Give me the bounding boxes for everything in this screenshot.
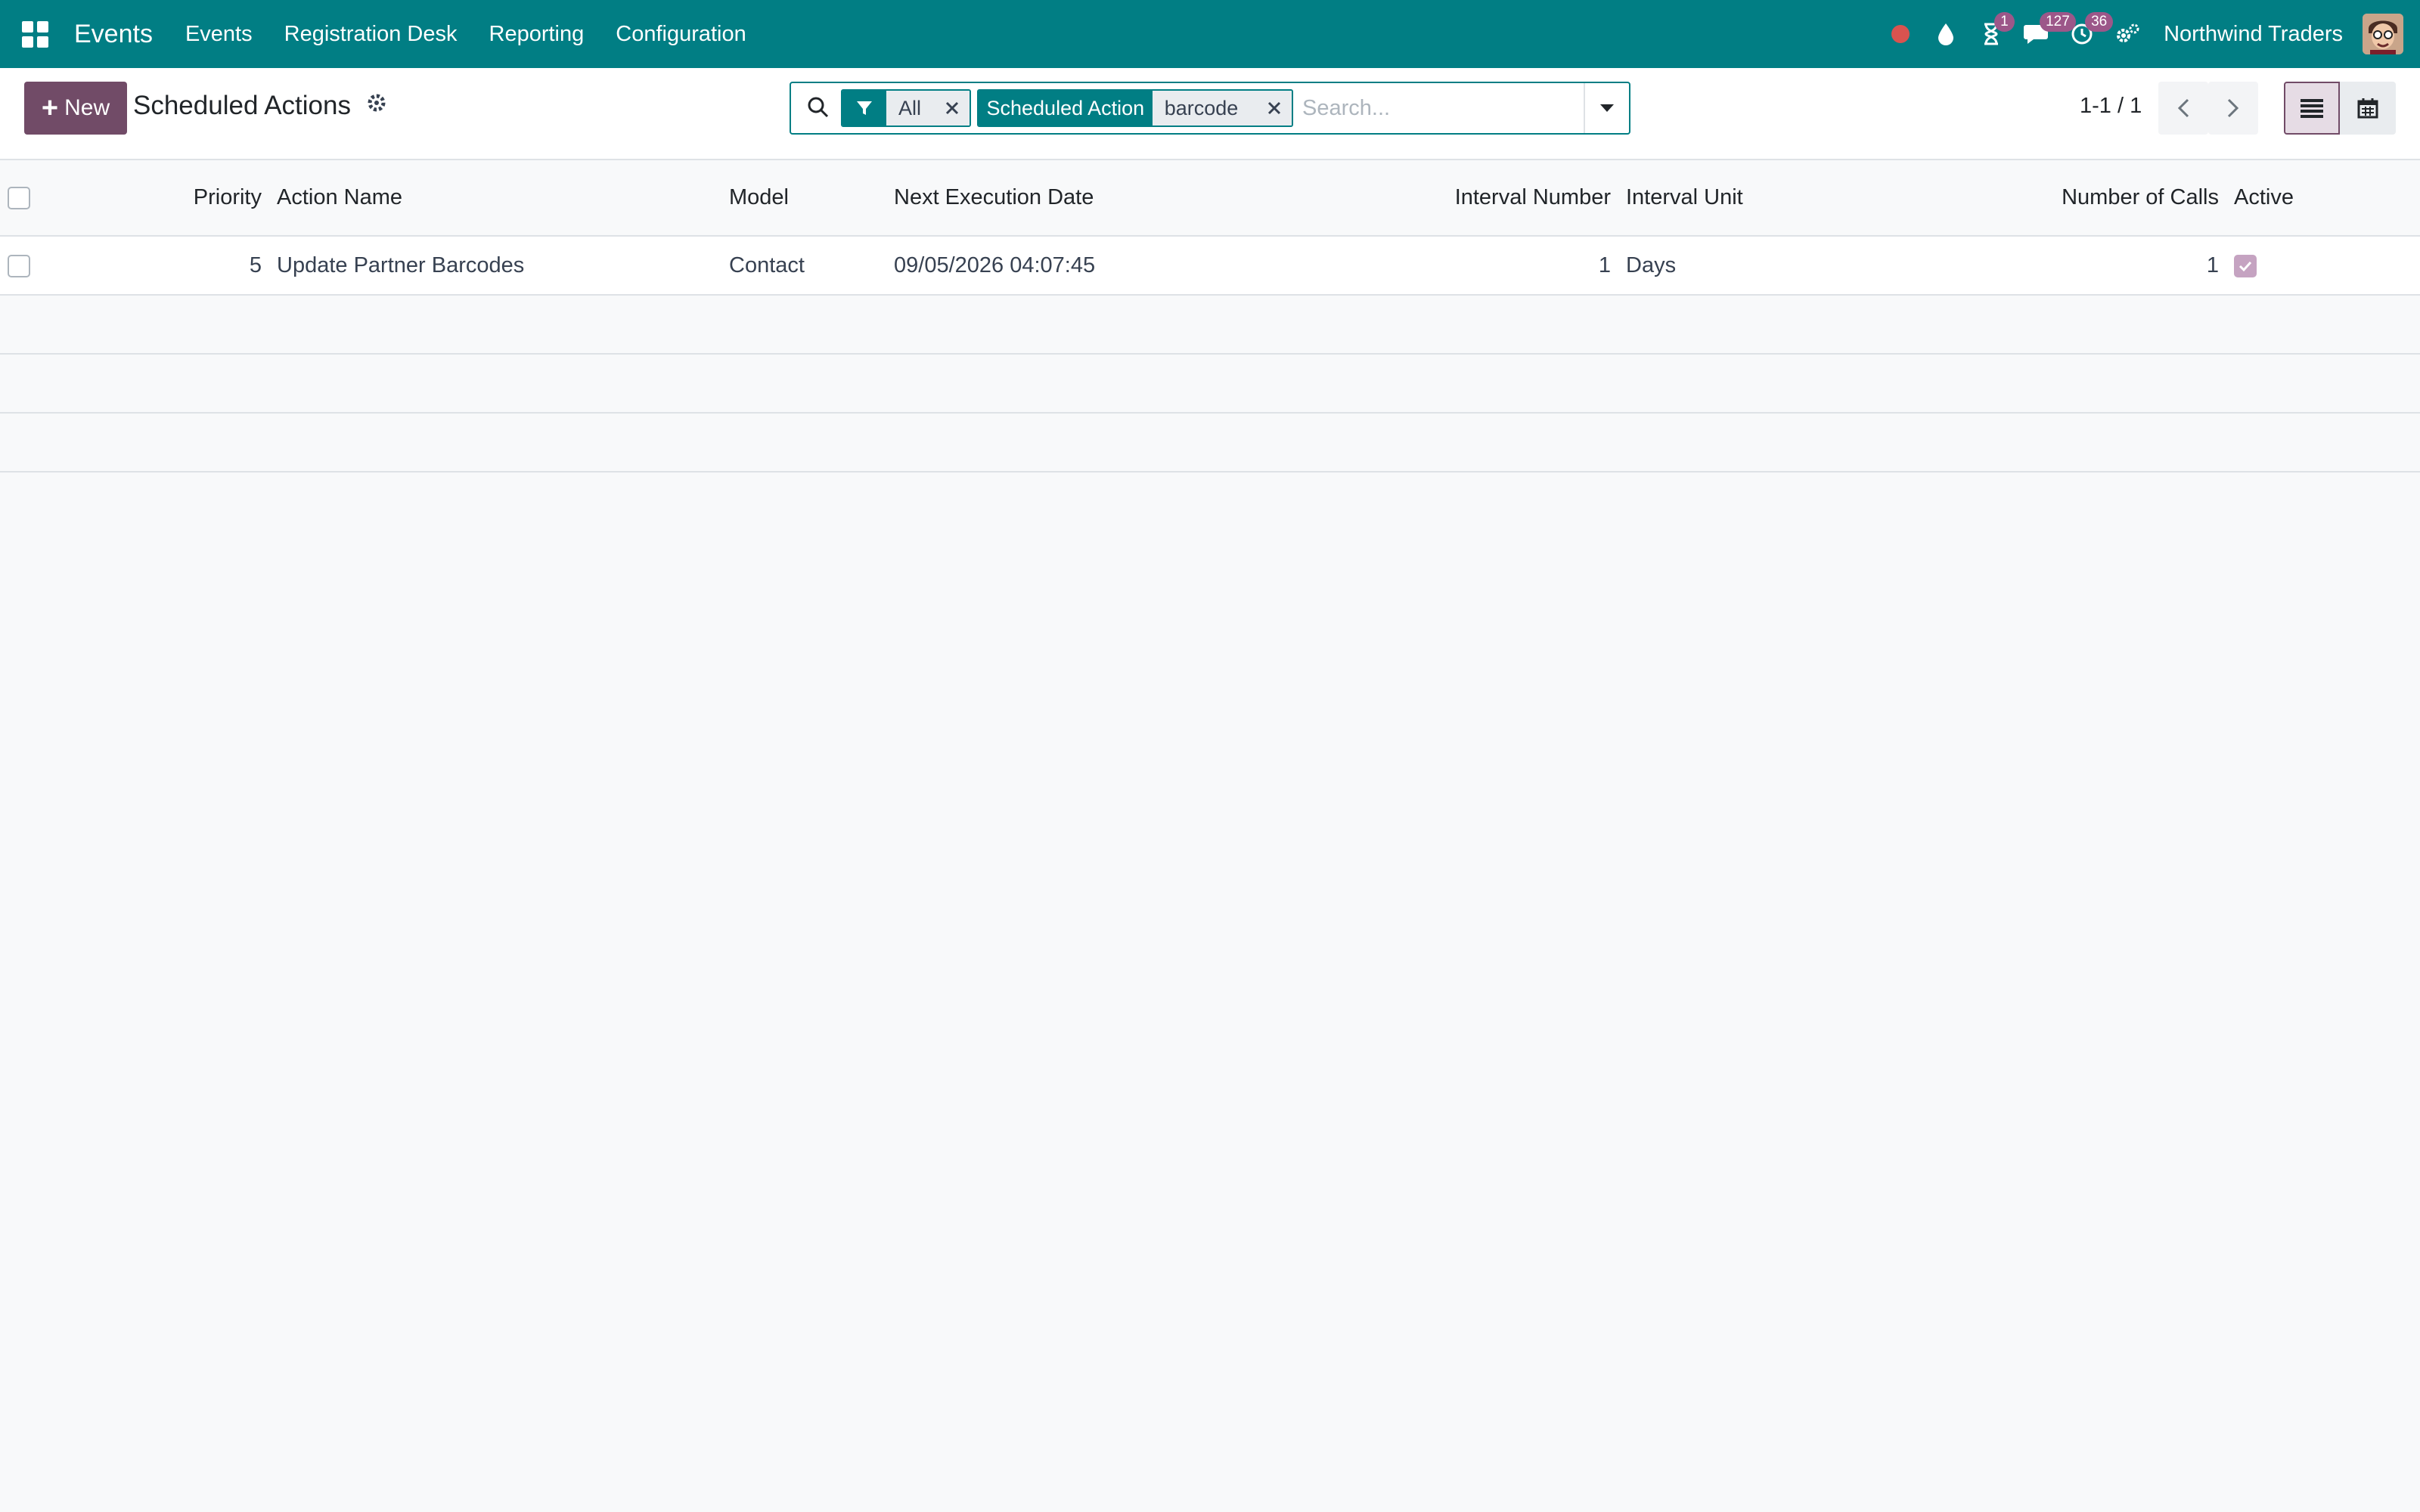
activity-badge: 1 (1994, 12, 2015, 32)
cell-model[interactable]: Contact (721, 236, 886, 295)
column-header-number-of-calls[interactable]: Number of Calls (1975, 160, 2226, 236)
empty-row (0, 413, 2420, 472)
list-view: Priority Action Name Model Next Executio… (0, 160, 2420, 472)
select-all-cell (0, 160, 73, 236)
filter-icon (842, 91, 886, 125)
pager-value[interactable]: 1-1 / 1 (2080, 94, 2142, 119)
app-name[interactable]: Events (74, 20, 153, 49)
clock-icon[interactable]: 36 (2059, 0, 2114, 68)
menu-events[interactable]: Events (169, 22, 268, 47)
search-options-dropdown[interactable] (1584, 83, 1629, 133)
field-facet-scheduled-action: Scheduled Action barcode (977, 89, 1293, 127)
table-row[interactable]: 5 Update Partner Barcodes Contact 09/05/… (0, 236, 2420, 295)
empty-row (0, 295, 2420, 354)
column-header-next-execution-date[interactable]: Next Execution Date (886, 160, 1440, 236)
search-icon[interactable] (806, 95, 833, 122)
search-bar: All Scheduled Action barcode (790, 82, 1630, 135)
menu-configuration[interactable]: Configuration (600, 22, 762, 47)
column-header-priority[interactable]: Priority (73, 160, 269, 236)
messages-icon[interactable]: 127 (2014, 0, 2076, 68)
company-switcher[interactable]: Northwind Traders (2164, 22, 2343, 47)
column-header-interval-number[interactable]: Interval Number (1440, 160, 1618, 236)
table-header-row: Priority Action Name Model Next Executio… (0, 160, 2420, 236)
facet-value: barcode (1152, 91, 1258, 125)
list-view-button[interactable] (2284, 82, 2340, 135)
systray: 1 127 36 Northwind Traders (1878, 0, 2420, 68)
pager-next-button[interactable] (2208, 82, 2258, 135)
cell-action-name[interactable]: Update Partner Barcodes (269, 236, 721, 295)
pager-previous-button[interactable] (2158, 82, 2208, 135)
calendar-icon (2357, 98, 2378, 119)
scheduled-actions-table: Priority Action Name Model Next Executio… (0, 160, 2420, 472)
chevron-left-icon (2177, 98, 2189, 118)
column-header-interval-unit[interactable]: Interval Unit (1618, 160, 1975, 236)
record-indicator-icon[interactable] (1878, 0, 1923, 68)
control-panel: + New Scheduled Actions All Scheduled Ac… (0, 68, 2420, 160)
chevron-right-icon (2227, 98, 2239, 118)
app-switcher-icon[interactable] (20, 19, 50, 49)
column-header-active[interactable]: Active (2226, 160, 2420, 236)
cell-priority[interactable]: 5 (73, 236, 269, 295)
cell-interval-unit[interactable]: Days (1618, 236, 1975, 295)
column-header-action-name[interactable]: Action Name (269, 160, 721, 236)
cell-interval-number[interactable]: 1 (1440, 236, 1618, 295)
plus-icon: + (41, 92, 59, 124)
drop-icon[interactable] (1923, 0, 1969, 68)
caret-down-icon (1600, 104, 1614, 112)
top-navbar: Events Events Registration Desk Reportin… (0, 0, 2420, 68)
page-title: Scheduled Actions (133, 91, 351, 120)
settings-gears-icon[interactable] (2105, 0, 2150, 68)
new-button[interactable]: + New (24, 82, 127, 135)
close-icon[interactable] (935, 91, 970, 125)
new-button-label: New (64, 95, 110, 120)
check-icon (2238, 261, 2252, 272)
facet-value: All (886, 91, 935, 125)
filter-facet-all: All (841, 89, 971, 127)
user-avatar[interactable] (2363, 14, 2403, 54)
row-checkbox[interactable] (8, 254, 30, 277)
empty-row (0, 354, 2420, 413)
menu-registration-desk[interactable]: Registration Desk (268, 22, 473, 47)
column-header-model[interactable]: Model (721, 160, 886, 236)
calendar-view-button[interactable] (2340, 82, 2396, 135)
activity-icon[interactable]: 1 (1969, 0, 2015, 68)
facet-label: Scheduled Action (979, 91, 1153, 125)
menu-reporting[interactable]: Reporting (473, 22, 600, 47)
select-all-checkbox[interactable] (8, 187, 30, 210)
row-select-cell (0, 236, 73, 295)
cell-active[interactable] (2226, 236, 2420, 295)
close-icon[interactable] (1257, 91, 1292, 125)
search-input[interactable] (1302, 89, 1612, 127)
gear-icon[interactable] (366, 92, 390, 116)
cell-next-execution-date[interactable]: 09/05/2026 04:07:45 (886, 236, 1440, 295)
cell-number-of-calls[interactable]: 1 (1975, 236, 2226, 295)
list-icon (2301, 99, 2323, 118)
active-checkbox (2234, 254, 2257, 277)
